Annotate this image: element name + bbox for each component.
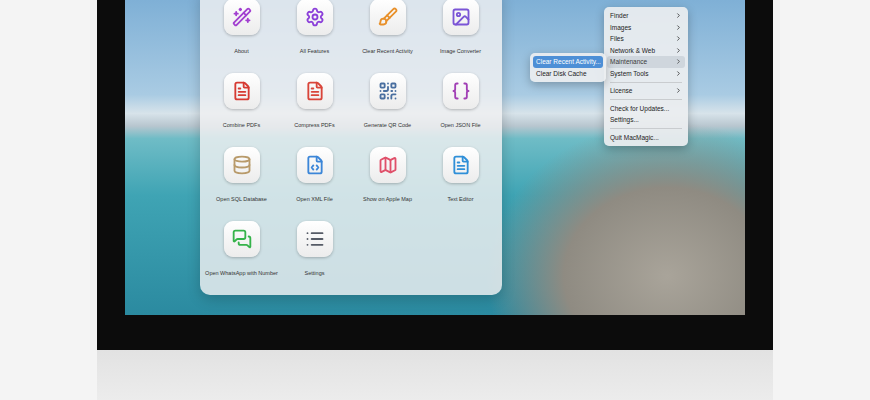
app-icon bbox=[451, 7, 471, 27]
chevron-icon bbox=[675, 70, 682, 77]
menu-item[interactable]: Files bbox=[607, 33, 685, 45]
chevron-icon bbox=[675, 47, 682, 54]
chevron-icon bbox=[675, 87, 682, 94]
launcher-label: All Features bbox=[300, 48, 329, 54]
chevron-icon bbox=[675, 12, 682, 19]
launcher-item[interactable]: All Features bbox=[278, 0, 351, 73]
launcher-panel: About All Features Clear Recent Activity Im… bbox=[200, 0, 502, 295]
launcher-item[interactable]: Open JSON File bbox=[424, 73, 497, 147]
menu-item[interactable]: Images bbox=[607, 22, 685, 34]
app-icon bbox=[378, 155, 398, 175]
menu-separator bbox=[610, 82, 682, 83]
launcher-item[interactable]: Image Converter bbox=[424, 0, 497, 73]
bezel: About All Features Clear Recent Activity Im… bbox=[97, 0, 773, 350]
menu-item[interactable]: Quit MacMagic... bbox=[607, 132, 685, 144]
wallpaper-rocks bbox=[485, 120, 745, 315]
app-tile[interactable] bbox=[297, 147, 333, 183]
chevron-icon bbox=[675, 58, 682, 65]
submenu: Clear Recent Activity...Clear Disk Cache bbox=[530, 53, 606, 82]
app-tile[interactable] bbox=[370, 0, 406, 35]
app-icon bbox=[378, 7, 398, 27]
app-icon bbox=[232, 229, 252, 249]
chevron-icon bbox=[675, 24, 682, 31]
launcher-item[interactable]: Generate QR Code bbox=[351, 73, 424, 147]
launcher-item[interactable]: Combine PDFs bbox=[205, 73, 278, 147]
launcher-item[interactable]: Clear Recent Activity bbox=[351, 0, 424, 73]
launcher-item[interactable]: Compress PDFs bbox=[278, 73, 351, 147]
launcher-label: Text Editor bbox=[448, 196, 474, 202]
app-tile[interactable] bbox=[224, 0, 260, 35]
launcher-label: Open WhatsApp with Number bbox=[205, 270, 278, 276]
imac: About All Features Clear Recent Activity Im… bbox=[97, 0, 773, 400]
menu-separator bbox=[610, 128, 682, 129]
launcher-item[interactable]: Open WhatsApp with Number bbox=[205, 221, 278, 295]
app-icon bbox=[305, 7, 325, 27]
menu-separator bbox=[610, 99, 682, 100]
launcher-item[interactable]: About bbox=[205, 0, 278, 73]
app-tile[interactable] bbox=[297, 0, 333, 35]
app-tile[interactable] bbox=[297, 221, 333, 257]
menu-item[interactable]: Maintenance bbox=[607, 56, 685, 68]
launcher-label: Show on Apple Map bbox=[363, 196, 412, 202]
app-tile[interactable] bbox=[224, 73, 260, 109]
launcher-label: Open XML File bbox=[296, 196, 332, 202]
app-tile[interactable] bbox=[443, 73, 479, 109]
app-tile[interactable] bbox=[370, 73, 406, 109]
app-icon bbox=[232, 7, 252, 27]
launcher-item[interactable]: Settings bbox=[278, 221, 351, 295]
launcher-label: Combine PDFs bbox=[223, 122, 260, 128]
launcher-item[interactable]: Text Editor bbox=[424, 147, 497, 221]
launcher-label: Settings bbox=[305, 270, 325, 276]
submenu-item[interactable]: Clear Recent Activity... bbox=[533, 56, 603, 68]
imac-chin bbox=[97, 350, 773, 400]
page: About All Features Clear Recent Activity Im… bbox=[0, 0, 870, 400]
app-tile[interactable] bbox=[443, 147, 479, 183]
submenu-item[interactable]: Clear Disk Cache bbox=[533, 68, 603, 80]
launcher-label: Compress PDFs bbox=[294, 122, 334, 128]
app-icon bbox=[305, 155, 325, 175]
app-tile[interactable] bbox=[224, 221, 260, 257]
app-icon bbox=[305, 229, 325, 249]
app-icon bbox=[451, 81, 471, 101]
menu-item[interactable]: Network & Web bbox=[607, 45, 685, 57]
app-tile[interactable] bbox=[224, 147, 260, 183]
menu-item[interactable]: Finder bbox=[607, 10, 685, 22]
desktop: About All Features Clear Recent Activity Im… bbox=[125, 0, 745, 315]
chevron-icon bbox=[675, 35, 682, 42]
app-icon bbox=[232, 155, 252, 175]
menu-item[interactable]: Settings... bbox=[607, 114, 685, 126]
app-tile[interactable] bbox=[370, 147, 406, 183]
app-menu: FinderImagesFilesNetwork & WebMaintenanc… bbox=[604, 7, 688, 146]
launcher-label: About bbox=[234, 48, 248, 54]
launcher-label: Image Converter bbox=[440, 48, 481, 54]
menu-item[interactable]: License bbox=[607, 85, 685, 97]
menu-item[interactable]: System Tools bbox=[607, 68, 685, 80]
launcher-label: Generate QR Code bbox=[364, 122, 411, 128]
app-icon bbox=[378, 81, 398, 101]
app-icon bbox=[305, 81, 325, 101]
menu-item[interactable]: Check for Updates... bbox=[607, 103, 685, 115]
app-tile[interactable] bbox=[443, 0, 479, 35]
launcher-label: Open SQL Database bbox=[216, 196, 267, 202]
launcher-item[interactable]: Show on Apple Map bbox=[351, 147, 424, 221]
launcher-label: Open JSON File bbox=[440, 122, 480, 128]
launcher-item[interactable]: Open XML File bbox=[278, 147, 351, 221]
launcher-label: Clear Recent Activity bbox=[362, 48, 413, 54]
app-icon bbox=[451, 155, 471, 175]
app-tile[interactable] bbox=[297, 73, 333, 109]
launcher-item[interactable]: Open SQL Database bbox=[205, 147, 278, 221]
app-icon bbox=[232, 81, 252, 101]
